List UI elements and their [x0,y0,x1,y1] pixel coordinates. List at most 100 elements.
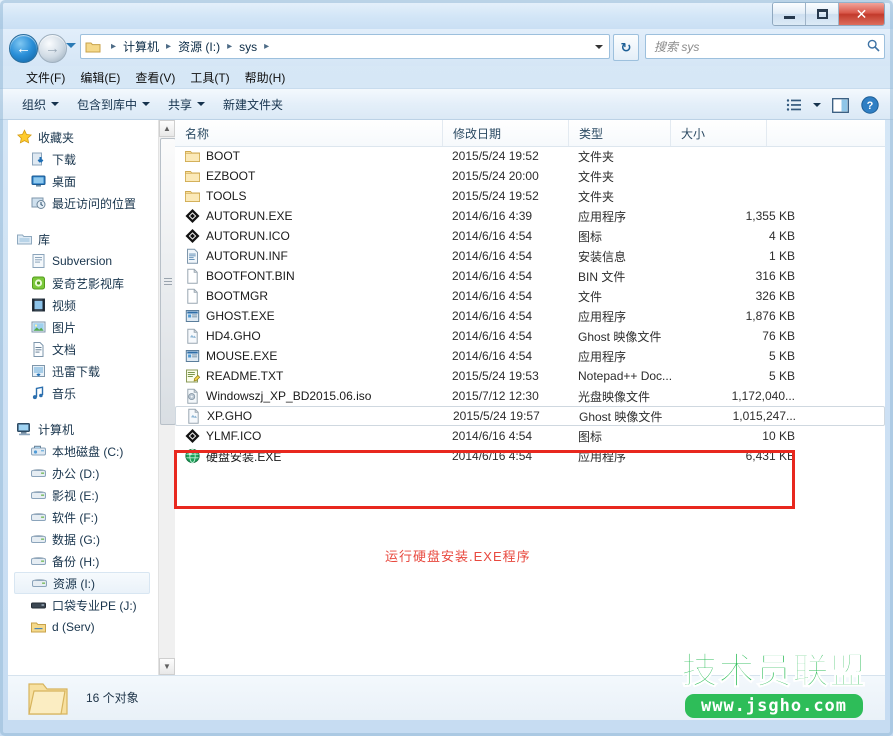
breadcrumb-dropdown-icon[interactable] [595,45,603,49]
include-in-library-button[interactable]: 包含到库中 [77,96,150,113]
column-header-1[interactable]: 修改日期 [443,120,569,146]
nav-item-1-2[interactable]: 视频 [8,294,158,316]
file-date: 2014/6/16 4:54 [452,349,532,363]
file-name-cell: AUTORUN.INF [184,248,288,264]
back-arrow-icon: ← [16,41,31,56]
table-row[interactable]: EZBOOT2015/5/24 20:00文件夹 [175,166,885,186]
table-row[interactable]: README.TXT2015/5/24 19:53Notepad++ Doc..… [175,366,885,386]
history-dropdown-icon[interactable] [66,43,76,48]
nav-item-0-0[interactable]: 下载 [8,148,158,170]
preview-pane-icon[interactable] [825,89,855,121]
table-row[interactable]: 硬盘安装.EXE2014/6/16 4:54应用程序6,431 KB [175,446,885,466]
close-button[interactable]: ✕ [839,3,884,25]
back-button[interactable]: ← [9,34,38,63]
nav-group-0[interactable]: 收藏夹 [8,126,158,148]
table-row[interactable]: XP.GHO2015/5/24 19:57Ghost 映像文件1,015,247… [175,406,885,426]
menu-item-view[interactable]: 查看(V) [135,69,175,86]
column-header-3[interactable]: 大小 [671,120,767,146]
nav-group-label: 收藏夹 [38,129,74,146]
maximize-button[interactable] [806,3,839,25]
nav-item-2-4[interactable]: 数据 (G:) [8,528,158,550]
file-type: 文件夹 [578,168,614,185]
nav-item-label: 迅雷下载 [52,363,100,380]
search-input[interactable]: 搜索 sys [646,38,862,55]
column-headers: 名称修改日期类型大小 [175,120,885,147]
nav-item-0-2[interactable]: 最近访问的位置 [8,192,158,214]
column-header-2[interactable]: 类型 [569,120,671,146]
nav-item-2-1[interactable]: 办公 (D:) [8,462,158,484]
nav-item-2-3[interactable]: 软件 (F:) [8,506,158,528]
breadcrumb-item-0[interactable]: 计算机 [120,38,162,55]
file-date: 2014/6/16 4:54 [452,309,532,323]
nav-item-1-4[interactable]: 文档 [8,338,158,360]
navigation-scrollbar[interactable]: ▲ ▼ [158,120,175,675]
breadcrumb-item-2[interactable]: sys [236,40,260,54]
table-row[interactable]: AUTORUN.INF2014/6/16 4:54安装信息1 KB [175,246,885,266]
table-row[interactable]: TOOLS2015/5/24 19:52文件夹 [175,186,885,206]
table-row[interactable]: HD4.GHO2014/6/16 4:54Ghost 映像文件76 KB [175,326,885,346]
view-dropdown-icon[interactable] [809,89,825,121]
toolbar: 组织 包含到库中 共享 新建文件夹 [0,88,893,120]
nav-item-1-6[interactable]: 音乐 [8,382,158,404]
nav-item-1-3[interactable]: 图片 [8,316,158,338]
new-folder-button[interactable]: 新建文件夹 [223,96,283,113]
nav-item-2-7[interactable]: 口袋专业PE (J:) [8,594,158,616]
search-box[interactable]: 搜索 sys [645,34,885,59]
chevron-down-icon [813,103,821,107]
nav-item-2-8[interactable]: d (Serv) [8,616,158,638]
navigation-pane: 收藏夹下载桌面最近访问的位置库 Subversion 爱奇艺影视库视频图片文档迅雷下… [8,120,158,675]
table-row[interactable]: YLMF.ICO2014/6/16 4:54图标10 KB [175,426,885,446]
breadcrumb-item-1[interactable]: 资源 (I:) [175,38,223,55]
table-row[interactable]: AUTORUN.ICO2014/6/16 4:54图标4 KB [175,226,885,246]
file-type: 应用程序 [578,208,626,225]
file-name: TOOLS [206,189,246,203]
chevron-down-icon [197,102,205,106]
refresh-button[interactable]: ↻ [613,34,639,61]
nav-group-1[interactable]: 库 [8,228,158,250]
table-row[interactable]: BOOT2015/5/24 19:52文件夹 [175,146,885,166]
file-date: 2014/6/16 4:39 [452,209,532,223]
organize-label: 组织 [22,96,46,113]
nav-group-2[interactable]: 计算机 [8,418,158,440]
share-button[interactable]: 共享 [168,96,205,113]
forward-button[interactable]: → [38,34,67,63]
table-row[interactable]: Windowszj_XP_BD2015.06.iso2015/7/12 12:3… [175,386,885,406]
scrollbar-thumb[interactable] [160,138,176,425]
scroll-up-button[interactable]: ▲ [159,120,175,137]
organize-button[interactable]: 组织 [22,96,59,113]
file-name: YLMF.ICO [206,429,261,443]
table-row[interactable]: GHOST.EXE2014/6/16 4:54应用程序1,876 KB [175,306,885,326]
menu-item-file[interactable]: 文件(F) [26,69,65,86]
nav-item-2-2[interactable]: 影视 (E:) [8,484,158,506]
nav-item-label: 视频 [52,297,76,314]
address-bar-row: ← → ▸ 计算机 ▸ 资源 (I:) ▸ sys ▸ ↻ 搜索 sys [0,29,893,66]
nav-item-1-5[interactable]: 迅雷下载 [8,360,158,382]
file-name: EZBOOT [206,169,255,183]
menu-item-tools[interactable]: 工具(T) [190,69,229,86]
nav-item-1-1[interactable]: 爱奇艺影视库 [8,272,158,294]
file-name-cell: YLMF.ICO [184,428,261,444]
file-name: AUTORUN.ICO [206,229,290,243]
table-row[interactable]: MOUSE.EXE2014/6/16 4:54应用程序5 KB [175,346,885,366]
help-icon[interactable]: ? [855,89,885,121]
nav-item-label: 本地磁盘 (C:) [52,443,123,460]
menu-item-help[interactable]: 帮助(H) [245,69,286,86]
breadcrumb[interactable]: ▸ 计算机 ▸ 资源 (I:) ▸ sys ▸ [80,34,610,59]
column-header-0[interactable]: 名称 [175,120,443,146]
nav-item-2-5[interactable]: 备份 (H:) [8,550,158,572]
file-name-cell: 硬盘安装.EXE [184,448,281,465]
table-row[interactable]: BOOTMGR2014/6/16 4:54文件326 KB [175,286,885,306]
nav-item-2-6[interactable]: 资源 (I:) [14,572,150,594]
file-name: AUTORUN.INF [206,249,288,263]
minimize-button[interactable] [773,3,806,25]
nav-item-1-0[interactable]: Subversion [8,250,158,272]
nav-group-label: 库 [38,231,50,248]
table-row[interactable]: BOOTFONT.BIN2014/6/16 4:54BIN 文件316 KB [175,266,885,286]
nav-item-0-1[interactable]: 桌面 [8,170,158,192]
nav-item-2-0[interactable]: 本地磁盘 (C:) [8,440,158,462]
scroll-down-button[interactable]: ▼ [159,658,175,675]
table-row[interactable]: AUTORUN.EXE2014/6/16 4:39应用程序1,355 KB [175,206,885,226]
view-list-icon[interactable] [779,89,809,121]
nav-item-label: 爱奇艺影视库 [52,275,124,292]
menu-item-edit[interactable]: 编辑(E) [80,69,120,86]
